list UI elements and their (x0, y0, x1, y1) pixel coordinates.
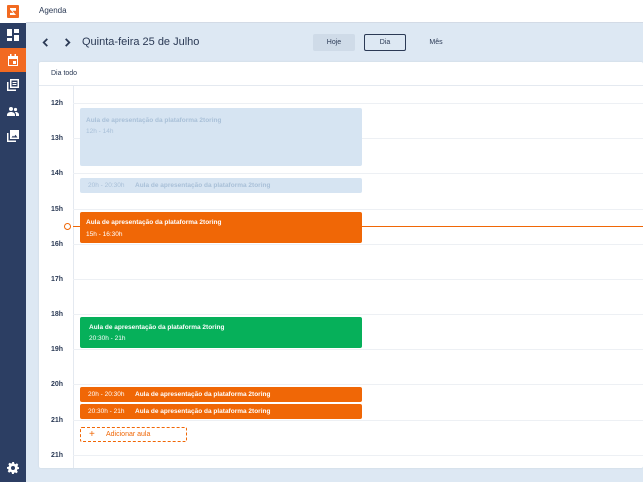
photo-library-icon (7, 130, 19, 142)
event-card[interactable]: 20h - 20:30h Aula de apresentação da pla… (80, 387, 362, 402)
hour-gridline (73, 349, 643, 350)
hour-gridline (73, 244, 643, 245)
all-day-slot[interactable] (73, 62, 643, 86)
event-time: 20:30h - 21h (88, 408, 125, 415)
event-card[interactable]: 20h - 20:30h Aula de apresentação da pla… (80, 178, 362, 193)
plus-icon: + (89, 429, 95, 440)
hour-label: 19h (51, 346, 64, 353)
month-view-button[interactable]: Mês (418, 34, 454, 51)
event-title: Aula de apresentação da plataforma 2tori… (135, 391, 271, 398)
sidebar-item-courses[interactable] (0, 73, 26, 97)
hour-gridline (73, 420, 643, 421)
calendar-toolbar: Quinta-feira 25 de Julho Hoje Dia Mês (26, 23, 643, 61)
current-date-title: Quinta-feira 25 de Julho (82, 36, 200, 48)
hour-label: 17h (51, 276, 64, 283)
day-calendar: Dia todo 12h 13h 14h 15h 16h 17h 18h 19h… (39, 62, 643, 468)
hour-label: 21h (51, 452, 64, 459)
all-day-row: Dia todo (39, 62, 643, 86)
hour-label: 21h (51, 417, 64, 424)
event-title: Aula de apresentação da plataforma 2tori… (135, 408, 271, 415)
sidebar-item-agenda[interactable] (0, 48, 26, 72)
app-logo[interactable] (0, 0, 26, 23)
add-class-button[interactable]: + Adicionar aula (80, 427, 187, 442)
hour-label: 20h (51, 381, 64, 388)
sidebar (0, 0, 26, 482)
event-time: 20h - 20:30h (88, 391, 125, 398)
sidebar-item-dashboard[interactable] (0, 23, 26, 47)
hour-gridline (73, 173, 643, 174)
time-column-divider (73, 86, 74, 468)
top-bar: Agenda (26, 0, 643, 23)
next-day-button[interactable] (60, 35, 74, 49)
event-card-current[interactable]: Aula de apresentação da plataforma 2tori… (80, 212, 362, 243)
event-card[interactable]: 20:30h - 21h Aula de apresentação da pla… (80, 404, 362, 419)
event-title: Aula de apresentação da plataforma 2tori… (86, 219, 222, 226)
hour-gridline (73, 209, 643, 210)
time-grid[interactable]: 12h 13h 14h 15h 16h 17h 18h 19h 20h 21h … (39, 86, 643, 468)
hour-label: 15h (51, 206, 64, 213)
hour-label: 12h (51, 100, 64, 107)
event-time: 20:30h - 21h (89, 335, 126, 342)
sidebar-item-media[interactable] (0, 124, 26, 148)
hour-label: 14h (51, 170, 64, 177)
hour-label: 16h (51, 241, 64, 248)
current-time-marker (64, 223, 71, 230)
event-title: Aula de apresentação da plataforma 2tori… (86, 117, 222, 124)
today-button[interactable]: Hoje (313, 34, 355, 51)
logo-icon (7, 5, 19, 18)
chevron-right-icon (64, 37, 71, 47)
hour-label: 13h (51, 135, 64, 142)
chevron-left-icon (41, 37, 48, 47)
gear-icon (7, 462, 19, 474)
previous-day-button[interactable] (38, 35, 52, 49)
hour-gridline (73, 384, 643, 385)
calendar-icon (8, 54, 18, 66)
hour-gridline (73, 314, 643, 315)
sidebar-item-users[interactable] (0, 99, 26, 123)
event-title: Aula de apresentação da plataforma 2tori… (89, 324, 225, 331)
people-icon (7, 107, 19, 116)
add-class-label: Adicionar aula (106, 431, 151, 438)
hour-label: 18h (51, 311, 64, 318)
app-title: Agenda (39, 6, 67, 15)
day-view-button[interactable]: Dia (364, 34, 406, 51)
event-time: 20h - 20:30h (88, 182, 125, 189)
hour-gridline (73, 103, 643, 104)
hour-gridline (73, 279, 643, 280)
event-time: 15h - 16:30h (86, 231, 123, 238)
current-time-line (73, 226, 643, 227)
event-card[interactable]: Aula de apresentação da plataforma 2tori… (80, 108, 362, 166)
event-title: Aula de apresentação da plataforma 2tori… (135, 182, 271, 189)
hour-gridline (73, 455, 643, 456)
event-time: 12h - 14h (86, 128, 114, 135)
event-card[interactable]: Aula de apresentação da plataforma 2tori… (80, 317, 362, 348)
settings-button[interactable] (0, 456, 26, 480)
library-icon (7, 79, 19, 91)
dashboard-icon (7, 29, 19, 41)
